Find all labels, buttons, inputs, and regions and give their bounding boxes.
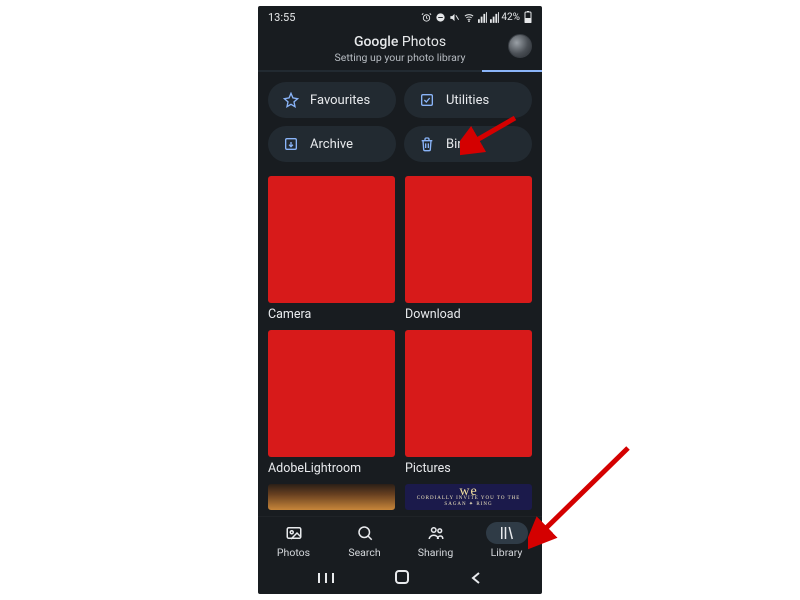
google-photos-app-screen: 13:55 42% Google Photos Setting up your …	[258, 6, 542, 594]
app-header: Google Photos Setting up your photo libr…	[258, 28, 542, 70]
album-thumbnail	[405, 330, 532, 457]
android-system-nav	[258, 564, 542, 594]
nav-sharing[interactable]: Sharing	[400, 522, 471, 559]
status-bar: 13:55 42%	[258, 6, 542, 28]
mute-icon	[449, 12, 460, 23]
album-download[interactable]: Download	[405, 176, 532, 322]
recents-button[interactable]	[317, 570, 335, 589]
album-label: Download	[405, 307, 532, 322]
home-button[interactable]	[394, 569, 410, 589]
albums-partial-row: we CORDIALLY INVITE YOU TO THE SAGAN ✦ R…	[268, 484, 532, 510]
bottom-navigation: Photos Search Sharing Library	[258, 516, 542, 564]
wifi-icon	[463, 12, 475, 23]
battery-percent: 42%	[501, 12, 520, 23]
photo-icon	[283, 522, 305, 544]
signal-icon-2	[490, 12, 499, 23]
archive-icon	[282, 135, 300, 153]
app-title: Google Photos	[258, 34, 542, 50]
utilities-icon	[418, 91, 436, 109]
album-thumbnail	[268, 176, 395, 303]
chip-label: Archive	[310, 137, 353, 152]
chip-label: Favourites	[310, 93, 370, 108]
nav-search[interactable]: Search	[329, 522, 400, 559]
chip-label: Utilities	[446, 93, 489, 108]
invite-line2: SAGAN ✦ RING	[444, 501, 492, 507]
album-label: AdobeLightroom	[268, 461, 395, 476]
utilities-chip[interactable]: Utilities	[404, 82, 532, 118]
album-camera[interactable]: Camera	[268, 176, 395, 322]
album-adobelightroom[interactable]: AdobeLightroom	[268, 330, 395, 476]
alarm-icon	[421, 12, 432, 23]
library-shortcuts: Favourites Utilities Archive Bin	[268, 82, 532, 162]
account-avatar[interactable]	[508, 34, 532, 58]
trash-icon	[418, 135, 436, 153]
library-icon	[486, 522, 528, 544]
device-albums-grid: Camera Download AdobeLightroom Pictures	[268, 176, 532, 476]
favourites-chip[interactable]: Favourites	[268, 82, 396, 118]
bin-chip[interactable]: Bin	[404, 126, 532, 162]
invite-script: we	[459, 488, 477, 496]
search-icon	[354, 522, 376, 544]
nav-label: Library	[491, 546, 523, 559]
album-thumbnail-partial[interactable]: we CORDIALLY INVITE YOU TO THE SAGAN ✦ R…	[405, 484, 532, 510]
chip-label: Bin	[446, 137, 464, 152]
nav-label: Search	[348, 546, 380, 559]
nav-library[interactable]: Library	[471, 522, 542, 559]
album-thumbnail	[405, 176, 532, 303]
album-thumbnail	[268, 330, 395, 457]
library-content[interactable]: Favourites Utilities Archive Bin Camera	[258, 72, 542, 516]
status-time: 13:55	[268, 11, 295, 24]
album-pictures[interactable]: Pictures	[405, 330, 532, 476]
app-subtitle: Setting up your photo library	[258, 51, 542, 64]
star-icon	[282, 91, 300, 109]
annotation-arrow-library	[528, 438, 638, 558]
people-icon	[425, 522, 447, 544]
nav-photos[interactable]: Photos	[258, 522, 329, 559]
signal-icon	[478, 12, 487, 23]
battery-icon	[524, 11, 532, 23]
album-label: Pictures	[405, 461, 532, 476]
setup-progress-bar	[258, 70, 542, 72]
album-thumbnail-partial[interactable]	[268, 484, 395, 510]
nav-label: Photos	[277, 546, 310, 559]
nav-label: Sharing	[418, 546, 454, 559]
album-label: Camera	[268, 307, 395, 322]
archive-chip[interactable]: Archive	[268, 126, 396, 162]
back-button[interactable]	[469, 570, 483, 589]
dnd-icon	[435, 12, 446, 23]
